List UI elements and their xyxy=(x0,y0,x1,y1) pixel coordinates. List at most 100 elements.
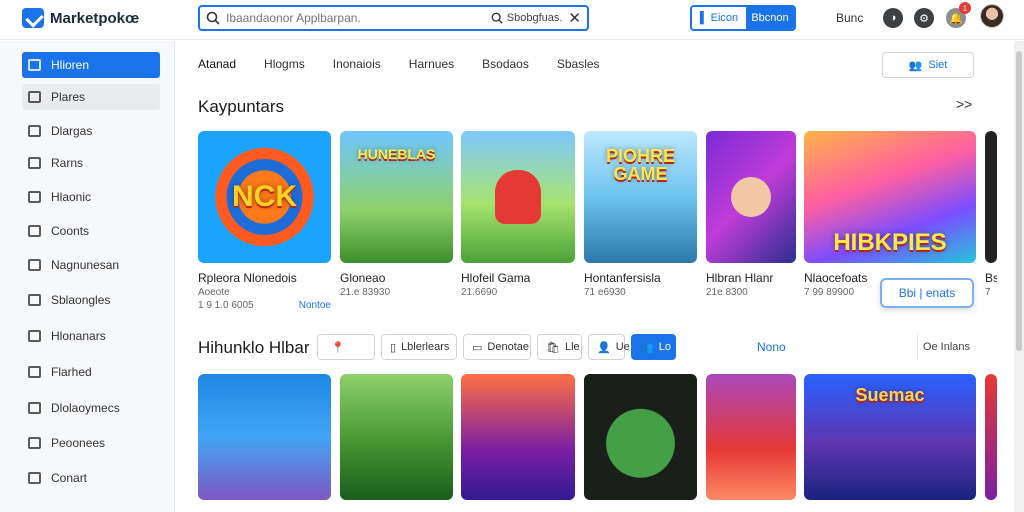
game-card[interactable]: HIBKPIES Nlaocefoats 7 99 89900 xyxy=(804,131,976,298)
logo[interactable]: Marketpokœ xyxy=(22,8,139,28)
card-title: Rpleora Nlonedois xyxy=(198,271,297,285)
chip-label: Lo xyxy=(658,341,671,353)
chip-label: Ue xyxy=(615,341,630,353)
sidebar-item-label: Coonts xyxy=(51,224,90,238)
game-card[interactable] xyxy=(198,374,331,500)
avatar[interactable] xyxy=(980,4,1004,28)
category-tabs: Atanad Hlogms Inonaiois Harnues Bsodaos … xyxy=(198,57,628,71)
card-link[interactable]: Nontoe xyxy=(299,300,331,311)
view-all-button[interactable]: Bbi | enats xyxy=(880,278,974,308)
card-subtitle: Aoeote xyxy=(198,287,230,298)
sidebar-item-home[interactable]: Hlioren xyxy=(22,52,160,78)
chip-person[interactable]: 👤 Ue xyxy=(588,334,630,360)
tab-1[interactable]: Atanad xyxy=(198,57,236,71)
game-card[interactable]: Suemac xyxy=(804,374,976,500)
chip-people[interactable]: 👥 Lo xyxy=(631,334,676,360)
list-icon: ▯ xyxy=(390,341,397,354)
game-card[interactable]: PIOHRE GAME Hontanfersisla 71 e6930 xyxy=(584,131,697,298)
sort-button[interactable]: Oe Inlans xyxy=(917,334,975,360)
logo-text: Marketpokœ xyxy=(50,9,140,27)
bag-icon: 🛍 xyxy=(546,341,560,354)
sign-in-button[interactable]: ▌ Eicon xyxy=(692,7,746,29)
scope-search-icon xyxy=(491,12,503,24)
sidebar-item-8[interactable]: Sblaongles xyxy=(22,287,160,313)
game-card[interactable]: NCK Rpleora Nlonedois Aoeote 1 9 1.0 600… xyxy=(198,131,331,311)
sidebar-item-label: Sblaongles xyxy=(51,293,111,307)
sidebar-item-6[interactable]: Coonts xyxy=(22,218,160,244)
game-thumbnail: NCK xyxy=(198,131,331,263)
scope-label: Sbobgfuas. xyxy=(506,12,563,24)
sidebar-item-4[interactable]: Rarns xyxy=(22,150,160,176)
header-link[interactable]: Bunc xyxy=(836,11,863,25)
card-title: Hlbran Hlanr xyxy=(706,271,774,285)
filter-button[interactable]: 👥 Siet xyxy=(882,52,974,78)
gear-icon xyxy=(28,259,41,271)
square-icon xyxy=(28,157,41,169)
filter-label: Siet xyxy=(928,59,948,71)
chip-pin[interactable]: 📍 xyxy=(317,334,375,360)
game-card[interactable] xyxy=(584,374,697,500)
search-input[interactable] xyxy=(226,11,485,25)
game-card[interactable] xyxy=(461,374,575,500)
sidebar-item-label: Dlolaoymecs xyxy=(51,401,120,415)
card-meta: 7 xyxy=(985,287,991,298)
sidebar-item-label: Rarns xyxy=(51,156,84,170)
game-card[interactable]: Hlofeil Gama 21.6690 xyxy=(461,131,575,298)
close-icon[interactable]: ✕ xyxy=(568,9,581,27)
tab-2[interactable]: Hlogms xyxy=(264,57,305,71)
chevron-right-icon[interactable]: >> xyxy=(956,96,972,112)
home-icon xyxy=(28,59,41,71)
settings-icon[interactable]: ⚙ xyxy=(914,8,934,28)
thumbnail-title: HUNEBLAS xyxy=(357,146,436,162)
sidebar-item-7[interactable]: Nagnunesan xyxy=(22,252,160,278)
game-card[interactable]: HUNEBLAS Gloneao 21.e 83930 xyxy=(340,131,453,298)
sidebar-item-9[interactable]: Hlonanars xyxy=(22,323,160,349)
sidebar-item-3[interactable]: Dlargas xyxy=(22,118,160,144)
lock-icon xyxy=(28,472,41,484)
sidebar-item-2[interactable]: Plares xyxy=(22,84,160,110)
chip-bag[interactable]: 🛍 Lle xyxy=(537,334,582,360)
sidebar-item-5[interactable]: Hlaonic xyxy=(22,184,160,210)
thumbnail-title: HIBKPIES xyxy=(833,229,947,256)
more-link[interactable]: Nono xyxy=(757,340,786,354)
character-art xyxy=(731,177,771,217)
people-icon: 👥 xyxy=(908,59,923,72)
chip-minus[interactable]: ▭ Denotae xyxy=(463,334,531,360)
tab-4[interactable]: Harnues xyxy=(409,57,454,71)
scroll-thumb[interactable] xyxy=(1016,51,1022,351)
tab-6[interactable]: Sbasles xyxy=(557,57,600,71)
game-card[interactable] xyxy=(706,374,796,500)
sidebar-item-label: Plares xyxy=(51,90,86,104)
search-bar[interactable]: Sbobgfuas. ✕ xyxy=(198,5,589,31)
chip-list[interactable]: ▯ Lblerlears xyxy=(381,334,457,360)
minus-icon: ▭ xyxy=(472,341,483,354)
search-icon xyxy=(206,11,220,25)
game-card-partial[interactable] xyxy=(985,374,997,500)
top-header: Marketpokœ Sbobgfuas. ✕ ▌ Eicon Bbcnon B… xyxy=(0,0,1024,40)
card-meta: 7 99 89900 xyxy=(804,287,855,298)
scrollbar[interactable] xyxy=(1014,41,1024,512)
search-scope[interactable]: Sbobgfuas. xyxy=(491,12,563,24)
sidebar-item-label: Hlioren xyxy=(51,58,90,72)
sidebar-item-13[interactable]: Conart xyxy=(22,465,160,491)
card-title: Hontanfersisla xyxy=(584,271,661,285)
sidebar-item-12[interactable]: Peoonees xyxy=(22,430,160,456)
game-card[interactable]: Hlbran Hlanr 21e 8300 xyxy=(706,131,796,298)
filter-chips: 📍 ▯ Lblerlears ▭ Denotae 🛍 Lle 👤 Ue 👥 Lo xyxy=(317,334,676,360)
tab-5[interactable]: Bsodaos xyxy=(482,57,529,71)
game-thumbnail xyxy=(706,374,796,500)
sidebar-item-label: Conart xyxy=(51,471,88,485)
game-card-partial[interactable]: Bs 7 xyxy=(985,131,997,298)
sidebar-item-label: Flarhed xyxy=(51,365,92,379)
sidebar: Hlioren Plares Dlargas Rarns Hlaonic Coo… xyxy=(0,41,175,512)
card-title: Hlofeil Gama xyxy=(461,271,531,285)
game-thumbnail xyxy=(985,374,997,500)
square-icon xyxy=(28,125,41,137)
game-card[interactable] xyxy=(340,374,453,500)
sidebar-item-11[interactable]: Dlolaoymecs xyxy=(22,395,160,421)
sidebar-item-10[interactable]: Flarhed xyxy=(22,359,160,385)
theme-icon[interactable]: ◑ xyxy=(883,8,903,28)
sign-up-button[interactable]: Bbcnon xyxy=(746,7,794,29)
thumbnail-title: NCK xyxy=(232,180,297,213)
tab-3[interactable]: Inonaiois xyxy=(333,57,381,71)
